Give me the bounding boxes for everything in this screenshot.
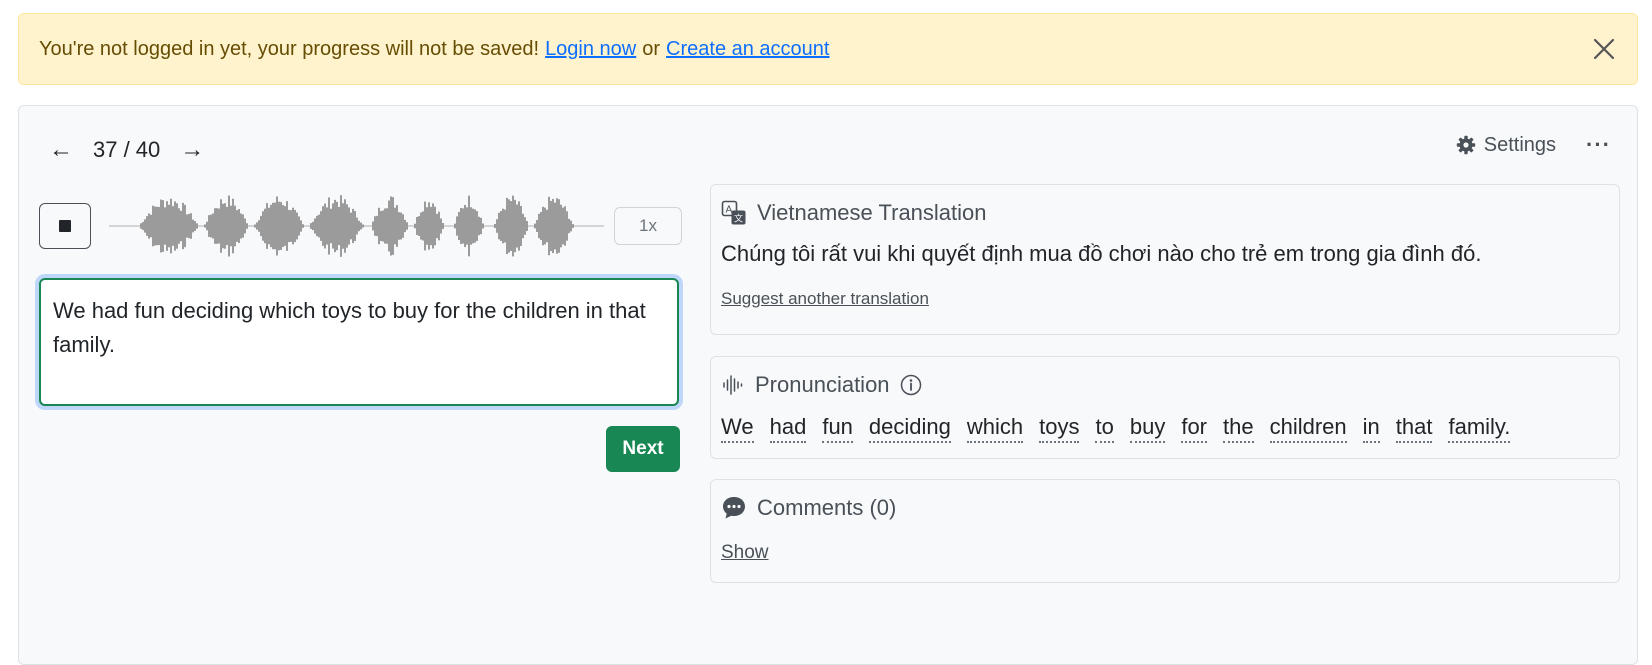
pronunciation-word[interactable]: children [1269,413,1347,443]
pronunciation-word[interactable]: deciding [868,413,951,443]
pronunciation-word[interactable]: We [721,413,754,443]
pronunciation-title: Pronunciation [755,372,890,397]
suggest-translation-link[interactable]: Suggest another translation [721,289,929,309]
pronunciation-word[interactable]: the [1223,413,1254,443]
comments-title: Comments (0) [757,495,897,520]
pronunciation-word[interactable]: that [1395,413,1433,443]
audio-player: 1x [39,195,699,257]
login-warning-alert: You're not logged in yet, your progress … [18,13,1638,85]
pronunciation-word[interactable]: buy [1129,413,1166,443]
pronunciation-word[interactable]: for [1181,413,1208,443]
alert-message: You're not logged in yet, your progress … [39,37,540,60]
pronunciation-word[interactable]: toys [1039,413,1080,443]
answer-input[interactable]: We had fun deciding which toys to buy fo… [39,278,679,406]
sentence-navigation: ← 37 / 40 → [47,130,206,170]
settings-button[interactable]: Settings [1456,134,1556,157]
next-button[interactable]: Next [606,426,680,472]
settings-label: Settings [1483,133,1557,156]
exercise-card: ← 37 / 40 → Settings ··· 1x We had fun d… [18,105,1638,665]
login-link[interactable]: Login now [545,38,636,61]
pronunciation-words: We had fun deciding which toys to buy for the chil… [721,413,1609,443]
audio-waveform[interactable] [109,191,604,261]
next-sentence-button[interactable]: → [178,136,206,164]
translation-title: Vietnamese Translation [757,200,987,225]
close-icon [1593,38,1615,60]
comments-panel: Comments (0) Show [710,479,1620,583]
pronunciation-panel: Pronunciation We had fun deciding which toys t… [710,356,1620,459]
pronunciation-word[interactable]: fun [822,413,853,443]
close-alert-button[interactable] [1587,32,1621,66]
pronunciation-word[interactable]: which [966,413,1024,443]
chat-bubble-icon [723,497,745,519]
previous-sentence-button[interactable]: ← [47,136,75,164]
alert-or-text: or [642,37,661,60]
translation-panel: A 文 Vietnamese Translation Chúng tôi rất… [710,184,1620,335]
pronunciation-word[interactable]: had [769,413,807,443]
pronunciation-word[interactable]: family. [1448,413,1511,443]
gear-icon [1456,135,1475,155]
progress-counter: 37 / 40 [93,137,161,162]
translate-icon: A 文 [721,200,746,225]
pronunciation-word[interactable]: to [1095,413,1114,443]
create-account-link[interactable]: Create an account [666,38,829,61]
waveform-icon [723,375,743,395]
stop-icon [59,220,71,232]
svg-text:A: A [726,205,733,216]
show-comments-link[interactable]: Show [721,542,769,564]
info-icon[interactable] [900,374,922,396]
stop-button[interactable] [39,203,91,249]
translation-text: Chúng tôi rất vui khi quyết định mua đồ … [721,241,1482,266]
playback-speed-button[interactable]: 1x [614,207,682,245]
pronunciation-word[interactable]: in [1362,413,1380,443]
more-options-button[interactable]: ··· [1586,132,1611,158]
svg-text:文: 文 [734,213,743,225]
